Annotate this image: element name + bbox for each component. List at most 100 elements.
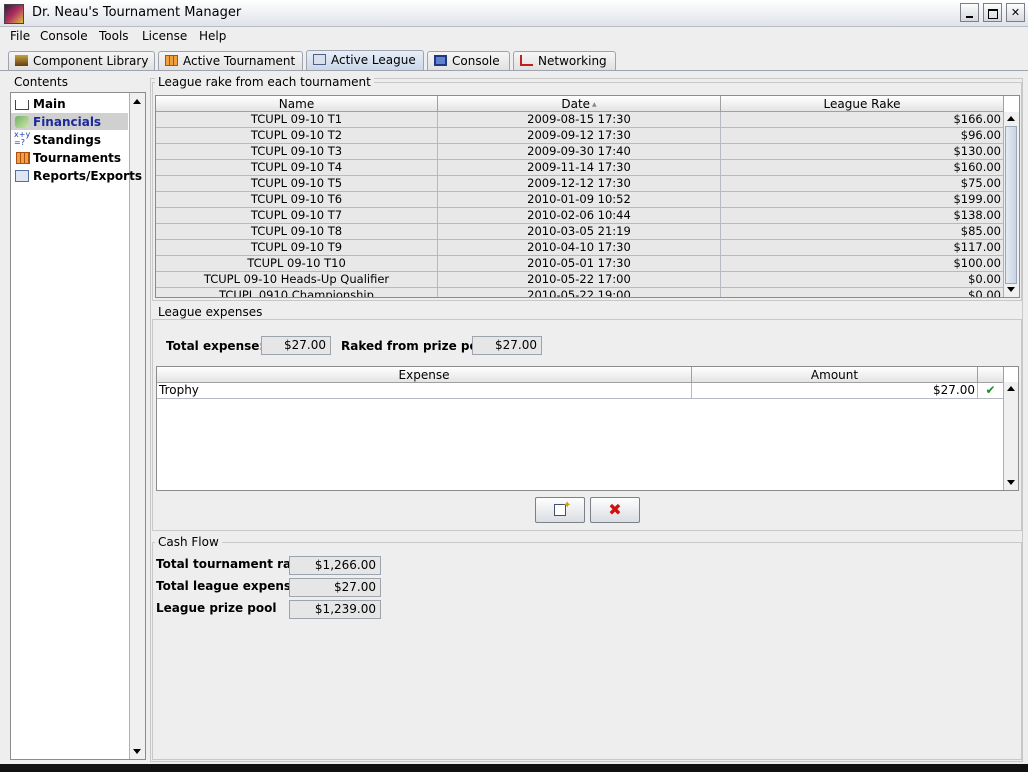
tab-divider <box>0 70 1028 71</box>
rake-table-scrollbar[interactable] <box>1003 112 1019 297</box>
rake-name-cell[interactable]: TCUPL 0910 Championship <box>156 288 438 297</box>
minimize-icon <box>966 16 973 18</box>
rake-date-cell[interactable]: 2010-03-05 21:19 <box>438 224 721 239</box>
table-row[interactable]: Trophy $27.00 ✔ <box>157 383 1004 399</box>
rake-amount-cell[interactable]: $166.00 <box>721 112 1004 127</box>
menu-tools[interactable]: Tools <box>99 29 129 43</box>
rake-name-cell[interactable]: TCUPL 09-10 T4 <box>156 160 438 175</box>
scroll-up-icon[interactable] <box>1007 116 1015 121</box>
scroll-down-icon[interactable] <box>133 749 141 754</box>
rake-name-cell[interactable]: TCUPL 09-10 T7 <box>156 208 438 223</box>
table-row[interactable]: TCUPL 09-10 T2 2009-09-12 17:30 $96.00 <box>156 128 1004 144</box>
tree-item-main[interactable]: Main <box>33 97 66 111</box>
expenses-group-label: League expenses <box>155 305 266 319</box>
rake-group-label: League rake from each tournament <box>155 75 374 89</box>
column-header-date[interactable]: Date ▲ <box>438 96 721 112</box>
rake-date-cell[interactable]: 2010-05-01 17:30 <box>438 256 721 271</box>
scroll-thumb[interactable] <box>1005 126 1017 284</box>
rake-date-cell[interactable]: 2010-02-06 10:44 <box>438 208 721 223</box>
table-row[interactable]: TCUPL 09-10 T6 2010-01-09 10:52 $199.00 <box>156 192 1004 208</box>
rake-date-cell[interactable]: 2010-05-22 17:00 <box>438 272 721 287</box>
rake-date-cell[interactable]: 2010-05-22 19:00 <box>438 288 721 297</box>
table-row[interactable]: TCUPL 09-10 T5 2009-12-12 17:30 $75.00 <box>156 176 1004 192</box>
menu-license[interactable]: License <box>142 29 187 43</box>
expenses-table-scrollbar[interactable] <box>1003 382 1018 490</box>
column-header-expense[interactable]: Expense <box>157 367 692 383</box>
scroll-up-icon[interactable] <box>133 99 141 104</box>
rake-name-cell[interactable]: TCUPL 09-10 T2 <box>156 128 438 143</box>
rake-amount-cell[interactable]: $130.00 <box>721 144 1004 159</box>
rake-amount-cell[interactable]: $0.00 <box>721 288 1004 297</box>
scroll-down-icon[interactable] <box>1007 287 1015 292</box>
total-expense-label: Total expense: <box>166 339 265 353</box>
table-row[interactable]: TCUPL 09-10 T4 2009-11-14 17:30 $160.00 <box>156 160 1004 176</box>
rake-name-cell[interactable]: TCUPL 09-10 T6 <box>156 192 438 207</box>
close-button[interactable]: ✕ <box>1006 3 1025 22</box>
tree-item-financials[interactable]: Financials <box>33 115 101 129</box>
tab-active-league[interactable]: Active League <box>306 50 424 71</box>
table-row[interactable]: TCUPL 09-10 T3 2009-09-30 17:40 $130.00 <box>156 144 1004 160</box>
table-row[interactable]: TCUPL 09-10 T7 2010-02-06 10:44 $138.00 <box>156 208 1004 224</box>
cashflow-group-label: Cash Flow <box>155 535 222 549</box>
menu-file[interactable]: File <box>10 29 30 43</box>
rake-name-cell[interactable]: TCUPL 09-10 T10 <box>156 256 438 271</box>
expense-name-cell[interactable]: Trophy <box>157 383 692 398</box>
rake-amount-cell[interactable]: $85.00 <box>721 224 1004 239</box>
rake-date-cell[interactable]: 2010-01-09 10:52 <box>438 192 721 207</box>
menu-console[interactable]: Console <box>40 29 88 43</box>
menu-help[interactable]: Help <box>199 29 226 43</box>
column-header-amount[interactable]: Amount <box>692 367 978 383</box>
rake-name-cell[interactable]: TCUPL 09-10 T5 <box>156 176 438 191</box>
scroll-down-icon[interactable] <box>1007 480 1015 485</box>
rake-amount-cell[interactable]: $199.00 <box>721 192 1004 207</box>
rake-amount-cell[interactable]: $0.00 <box>721 272 1004 287</box>
tab-active-tournament[interactable]: Active Tournament <box>158 51 303 70</box>
rake-name-cell[interactable]: TCUPL 09-10 T9 <box>156 240 438 255</box>
rake-amount-cell[interactable]: $138.00 <box>721 208 1004 223</box>
rake-date-cell[interactable]: 2009-09-12 17:30 <box>438 128 721 143</box>
scroll-up-icon[interactable] <box>1007 386 1015 391</box>
table-row[interactable]: TCUPL 09-10 T10 2010-05-01 17:30 $100.00 <box>156 256 1004 272</box>
rake-name-cell[interactable]: TCUPL 09-10 T1 <box>156 112 438 127</box>
tree-scrollbar[interactable] <box>129 93 145 759</box>
table-row[interactable]: TCUPL 09-10 Heads-Up Qualifier 2010-05-22… <box>156 272 1004 288</box>
table-row[interactable]: TCUPL 09-10 T9 2010-04-10 17:30 $117.00 <box>156 240 1004 256</box>
column-header-league-rake[interactable]: League Rake <box>721 96 1004 112</box>
rake-amount-cell[interactable]: $160.00 <box>721 160 1004 175</box>
add-expense-button[interactable]: ✦ <box>535 497 585 523</box>
table-row[interactable]: TCUPL 09-10 T1 2009-08-15 17:30 $166.00 <box>156 112 1004 128</box>
cashflow-group <box>152 542 1022 760</box>
tab-networking[interactable]: Networking <box>513 51 616 70</box>
rake-amount-cell[interactable]: $75.00 <box>721 176 1004 191</box>
expense-amount-cell[interactable]: $27.00 <box>692 383 978 398</box>
star-icon: ✦ <box>563 500 572 511</box>
rake-amount-cell[interactable]: $96.00 <box>721 128 1004 143</box>
rake-name-cell[interactable]: TCUPL 09-10 Heads-Up Qualifier <box>156 272 438 287</box>
rake-date-cell[interactable]: 2009-08-15 17:30 <box>438 112 721 127</box>
header-label: League Rake <box>823 97 901 111</box>
total-tournament-rake-label: Total tournament rake <box>156 557 307 571</box>
delete-expense-button[interactable]: ✖ <box>590 497 640 523</box>
column-header-status <box>978 367 1004 383</box>
minimize-button[interactable] <box>960 3 979 22</box>
column-header-name[interactable]: Name <box>156 96 438 112</box>
rake-date-cell[interactable]: 2009-09-30 17:40 <box>438 144 721 159</box>
tree-item-tournaments[interactable]: Tournaments <box>33 151 121 165</box>
tree-item-standings[interactable]: Standings <box>33 133 101 147</box>
rake-date-cell[interactable]: 2009-11-14 17:30 <box>438 160 721 175</box>
network-icon <box>520 55 533 66</box>
rake-name-cell[interactable]: TCUPL 09-10 T8 <box>156 224 438 239</box>
rake-amount-cell[interactable]: $100.00 <box>721 256 1004 271</box>
tree-item-reports-exports[interactable]: Reports/Exports <box>33 169 142 183</box>
tab-component-library[interactable]: Component Library <box>8 51 155 70</box>
rake-date-cell[interactable]: 2009-12-12 17:30 <box>438 176 721 191</box>
money-icon <box>15 116 29 128</box>
tab-console[interactable]: Console <box>427 51 510 70</box>
table-row[interactable]: TCUPL 09-10 T8 2010-03-05 21:19 $85.00 <box>156 224 1004 240</box>
restore-button[interactable] <box>983 3 1002 22</box>
rake-date-cell[interactable]: 2010-04-10 17:30 <box>438 240 721 255</box>
check-icon: ✔ <box>978 383 1004 398</box>
rake-name-cell[interactable]: TCUPL 09-10 T3 <box>156 144 438 159</box>
rake-amount-cell[interactable]: $117.00 <box>721 240 1004 255</box>
table-row[interactable]: TCUPL 0910 Championship 2010-05-22 19:00 $… <box>156 288 1004 297</box>
